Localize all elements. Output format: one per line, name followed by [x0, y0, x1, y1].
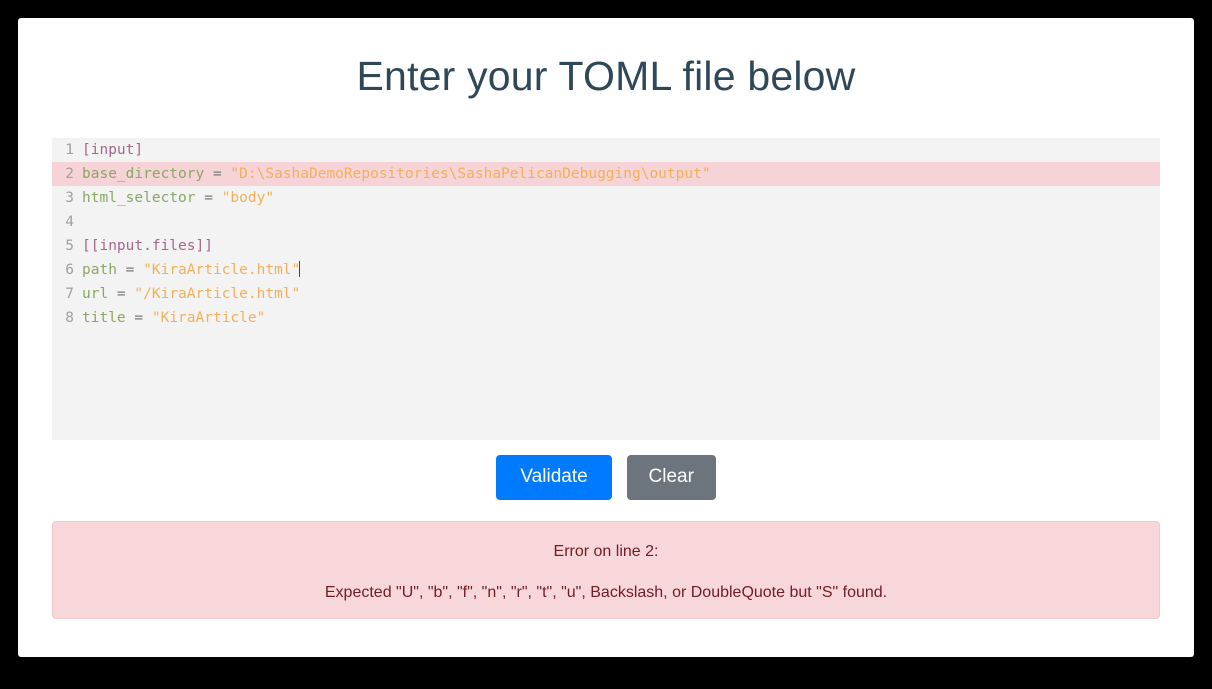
- token-str: "KiraArticle": [151, 310, 266, 326]
- validate-button[interactable]: Validate: [496, 455, 613, 500]
- token-str: "D:\SashaDemoRepositories\SashaPelicanDe…: [230, 166, 711, 182]
- token-key: path: [82, 262, 117, 278]
- token-eq: =: [204, 166, 231, 182]
- line-number: 8: [65, 310, 74, 326]
- toml-editor[interactable]: 1 [input] 2 base_directory = "D:\SashaDemoR…: [52, 138, 1160, 440]
- text-cursor: [299, 261, 301, 277]
- clear-button[interactable]: Clear: [626, 455, 716, 500]
- token-table: [[input.files]]: [82, 238, 213, 254]
- code-line-content: [input]: [82, 138, 1160, 162]
- line-number: 4: [65, 214, 74, 230]
- page-title: Enter your TOML file below: [356, 53, 856, 99]
- code-line-content: base_directory = "D:\SashaDemoRepositori…: [82, 162, 1160, 186]
- token-key: url: [82, 286, 109, 302]
- token-str: "KiraArticle.html": [143, 262, 301, 278]
- token-str: "body": [221, 190, 275, 206]
- code-line[interactable]: 8 title = "KiraArticle": [52, 306, 1160, 330]
- error-panel: Error on line 2: Expected "U", "b", "f",…: [52, 521, 1160, 619]
- code-line[interactable]: 7 url = "/KiraArticle.html": [52, 282, 1160, 306]
- error-heading: Error on line 2:: [553, 543, 659, 560]
- token-eq: =: [195, 190, 222, 206]
- line-number: 2: [65, 166, 74, 182]
- line-number: 1: [65, 142, 74, 158]
- token-key: base_directory: [82, 166, 205, 182]
- code-line[interactable]: 6 path = "KiraArticle.html": [52, 258, 1160, 282]
- line-number: 3: [65, 190, 74, 206]
- code-line-content: url = "/KiraArticle.html": [82, 282, 1160, 306]
- code-line[interactable]: 1 [input]: [52, 138, 1160, 162]
- token-key: html_selector: [82, 190, 196, 206]
- line-number: 7: [65, 286, 74, 302]
- line-number: 6: [65, 262, 74, 278]
- code-line-content: html_selector = "body": [82, 186, 1160, 210]
- button-row: Validate Clear: [18, 455, 1194, 500]
- code-line[interactable]: 2 base_directory = "D:\SashaDemoRepositor…: [52, 162, 1160, 186]
- token-table: [input]: [82, 142, 144, 158]
- code-line-content: [[input.files]]: [82, 234, 1160, 258]
- token-eq: =: [108, 286, 135, 302]
- token-str: "/KiraArticle.html": [134, 286, 301, 302]
- code-line-content: path = "KiraArticle.html": [82, 258, 1160, 282]
- code-line[interactable]: 5 [[input.files]]: [52, 234, 1160, 258]
- token-key: title: [82, 310, 126, 326]
- code-line[interactable]: 3 html_selector = "body": [52, 186, 1160, 210]
- token-eq: =: [116, 262, 144, 278]
- token-eq: =: [125, 310, 152, 326]
- code-line-content: title = "KiraArticle": [82, 306, 1160, 330]
- line-number: 5: [65, 238, 74, 254]
- error-detail: Expected "U", "b", "f", "n", "r", "t", "…: [324, 584, 888, 602]
- app-window: Enter your TOML file below 1 [input] 2 base…: [18, 18, 1194, 657]
- code-line[interactable]: 4: [52, 210, 1160, 234]
